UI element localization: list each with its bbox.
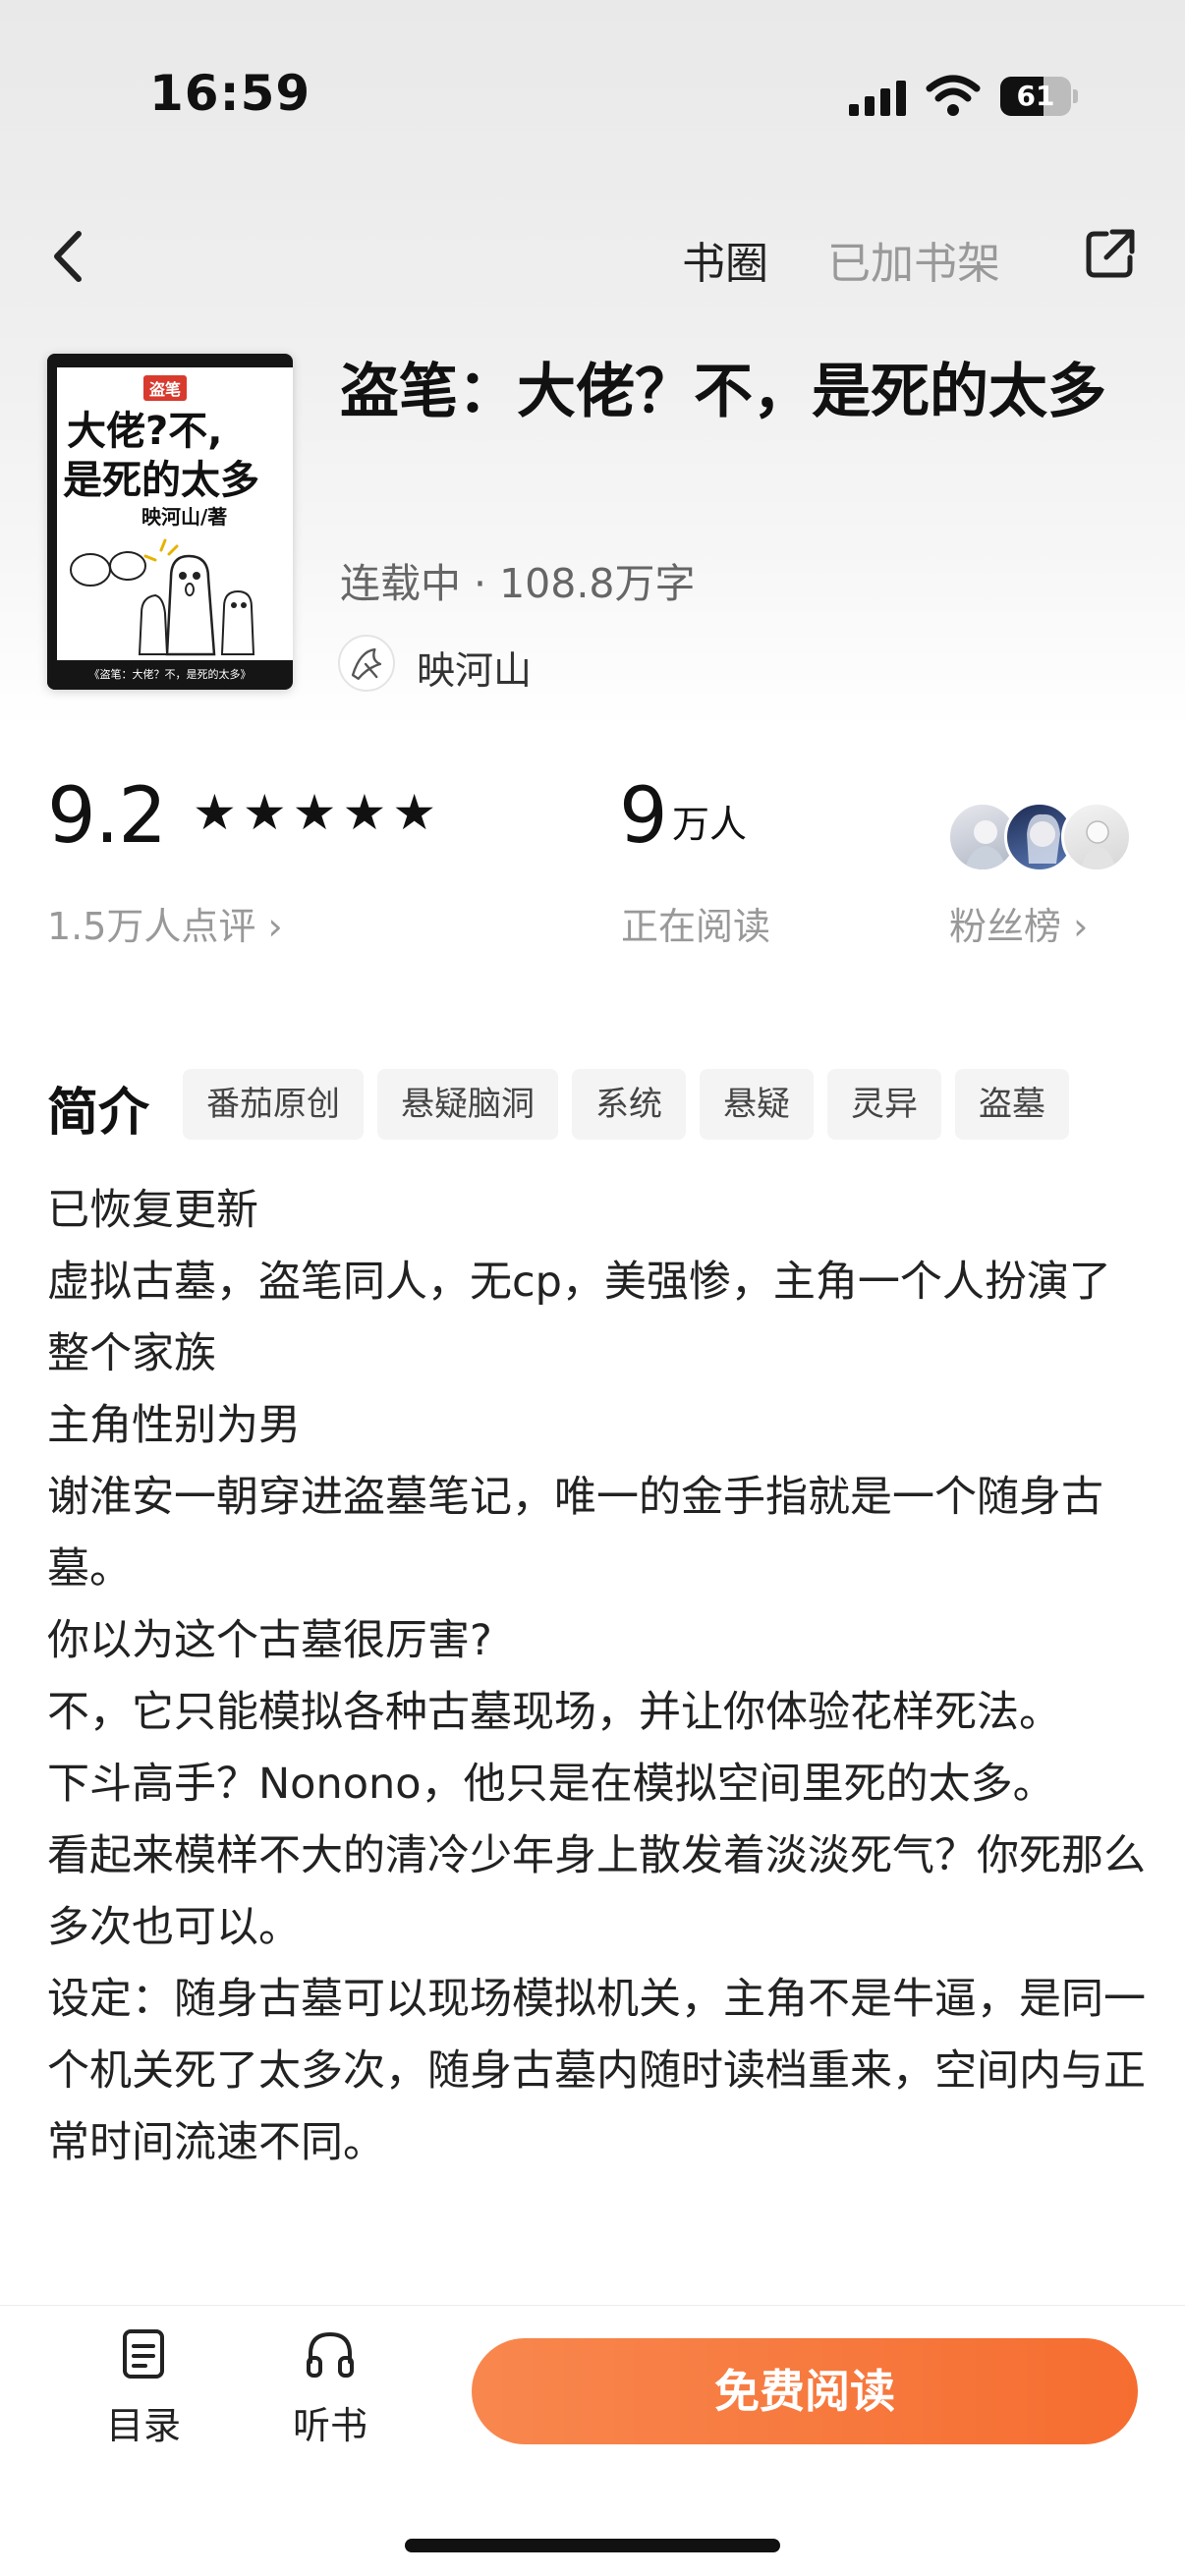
intro-line: 主角性别为男 <box>47 1401 301 1450</box>
rating-stars: ★★★★★ <box>193 784 443 841</box>
home-indicator[interactable] <box>405 2539 780 2552</box>
tag-list: 番茄原创 悬疑脑洞 系统 悬疑 灵异 盗墓 <box>183 1069 1069 1140</box>
cover-illustration <box>70 538 255 656</box>
status-bar: 16:59 61 <box>0 0 1185 187</box>
intro-line: 下斗高手？Nonono，他只是在模拟空间里死的太多。 <box>47 1760 1055 1809</box>
author-name[interactable]: 映河山 <box>417 641 532 696</box>
intro-line: 设定：随身古墓可以现场模拟机关，主角不是牛逼，是同一个机关死了太多次，随身古墓内… <box>47 1975 1146 2167</box>
author-avatar[interactable] <box>338 635 395 692</box>
fans-ranking-link[interactable]: 粉丝榜 › <box>949 896 1088 950</box>
table-of-contents-button[interactable]: 目录 <box>94 2326 193 2454</box>
cover-bottom-text: 《盗笔：大佬？不，是死的太多》 <box>47 660 293 690</box>
contents-icon <box>123 2329 164 2379</box>
book-title: 盗笔：大佬？不，是死的太多 <box>340 358 1106 426</box>
book-detail-page: 16:59 61 书圈 已加书架 盗笔 大佬?不, 是死的太多 映河山/著 《盗… <box>0 0 1185 2576</box>
toc-label: 目录 <box>105 2404 181 2447</box>
fan-avatar <box>1061 802 1132 872</box>
cover-spine <box>47 354 57 690</box>
headphones-icon <box>307 2331 354 2378</box>
readers-label: 正在阅读 <box>621 905 771 948</box>
book-meta: 连载中 · 108.8万字 <box>340 560 696 607</box>
tag-chip[interactable]: 灵异 <box>827 1069 941 1140</box>
battery-cap <box>1073 89 1078 103</box>
share-icon[interactable] <box>1083 226 1138 281</box>
cover-top-border <box>47 354 293 367</box>
intro-line: 你以为这个古墓很厉害? <box>47 1616 492 1665</box>
tag-chip[interactable]: 番茄原创 <box>183 1069 364 1140</box>
battery-body: 61 <box>1000 77 1071 116</box>
tag-chip[interactable]: 系统 <box>572 1069 686 1140</box>
intro-line: 已恢复更新 <box>47 1186 258 1235</box>
fan-avatars[interactable] <box>947 802 1144 878</box>
listen-button[interactable]: 听书 <box>281 2326 379 2454</box>
intro-line: 谢淮安一朝穿进盗墓笔记，唯一的金手指就是一个随身古墓。 <box>47 1473 1103 1594</box>
free-read-button[interactable]: 免费阅读 <box>472 2338 1138 2444</box>
battery-level: 61 <box>1016 80 1055 112</box>
intro-line: 虚拟古墓，盗笔同人，无cp，美强惨，主角一个人扮演了整个家族 <box>47 1258 1111 1378</box>
intro-heading: 简介 <box>47 1084 150 1143</box>
fan-avatar-art <box>1081 820 1116 869</box>
tag-chip[interactable]: 盗墓 <box>955 1069 1069 1140</box>
back-icon[interactable] <box>45 222 94 291</box>
book-cover[interactable]: 盗笔 大佬?不, 是死的太多 映河山/著 《盗笔：大佬？不，是死的太多》 <box>47 354 293 690</box>
intro-text[interactable]: 已恢复更新 虚拟古墓，盗笔同人，无cp，美强惨，主角一个人扮演了整个家族 主角性… <box>47 1175 1148 2305</box>
intro-line: 不，它只能模拟各种古墓现场，并让你体验花样死法。 <box>47 1688 1061 1737</box>
added-to-shelf-button[interactable]: 已加书架 <box>827 228 1000 291</box>
intro-line: 看起来模样不大的清冷少年身上散发着淡淡死气？你死那么多次也可以。 <box>47 1831 1146 1952</box>
rating-count-link[interactable]: 1.5万人点评 › <box>47 896 283 950</box>
listen-label: 听书 <box>292 2404 367 2447</box>
cover-title-line2: 是死的太多 <box>63 458 259 503</box>
readers-unit: 万人 <box>672 803 748 846</box>
status-time: 16:59 <box>149 65 311 122</box>
cellular-signal-icon <box>849 81 906 116</box>
rating-score: 9.2 <box>47 772 167 861</box>
tag-chip[interactable]: 悬疑脑洞 <box>377 1069 558 1140</box>
cover-tag: 盗笔 <box>143 375 188 401</box>
book-circle-link[interactable]: 书圈 <box>682 228 768 291</box>
readers-count: 9 <box>619 772 668 861</box>
tag-chip[interactable]: 悬疑 <box>700 1069 814 1140</box>
cover-author: 映河山/著 <box>141 505 228 529</box>
wifi-icon <box>926 75 981 116</box>
battery-icon: 61 <box>1000 77 1078 116</box>
